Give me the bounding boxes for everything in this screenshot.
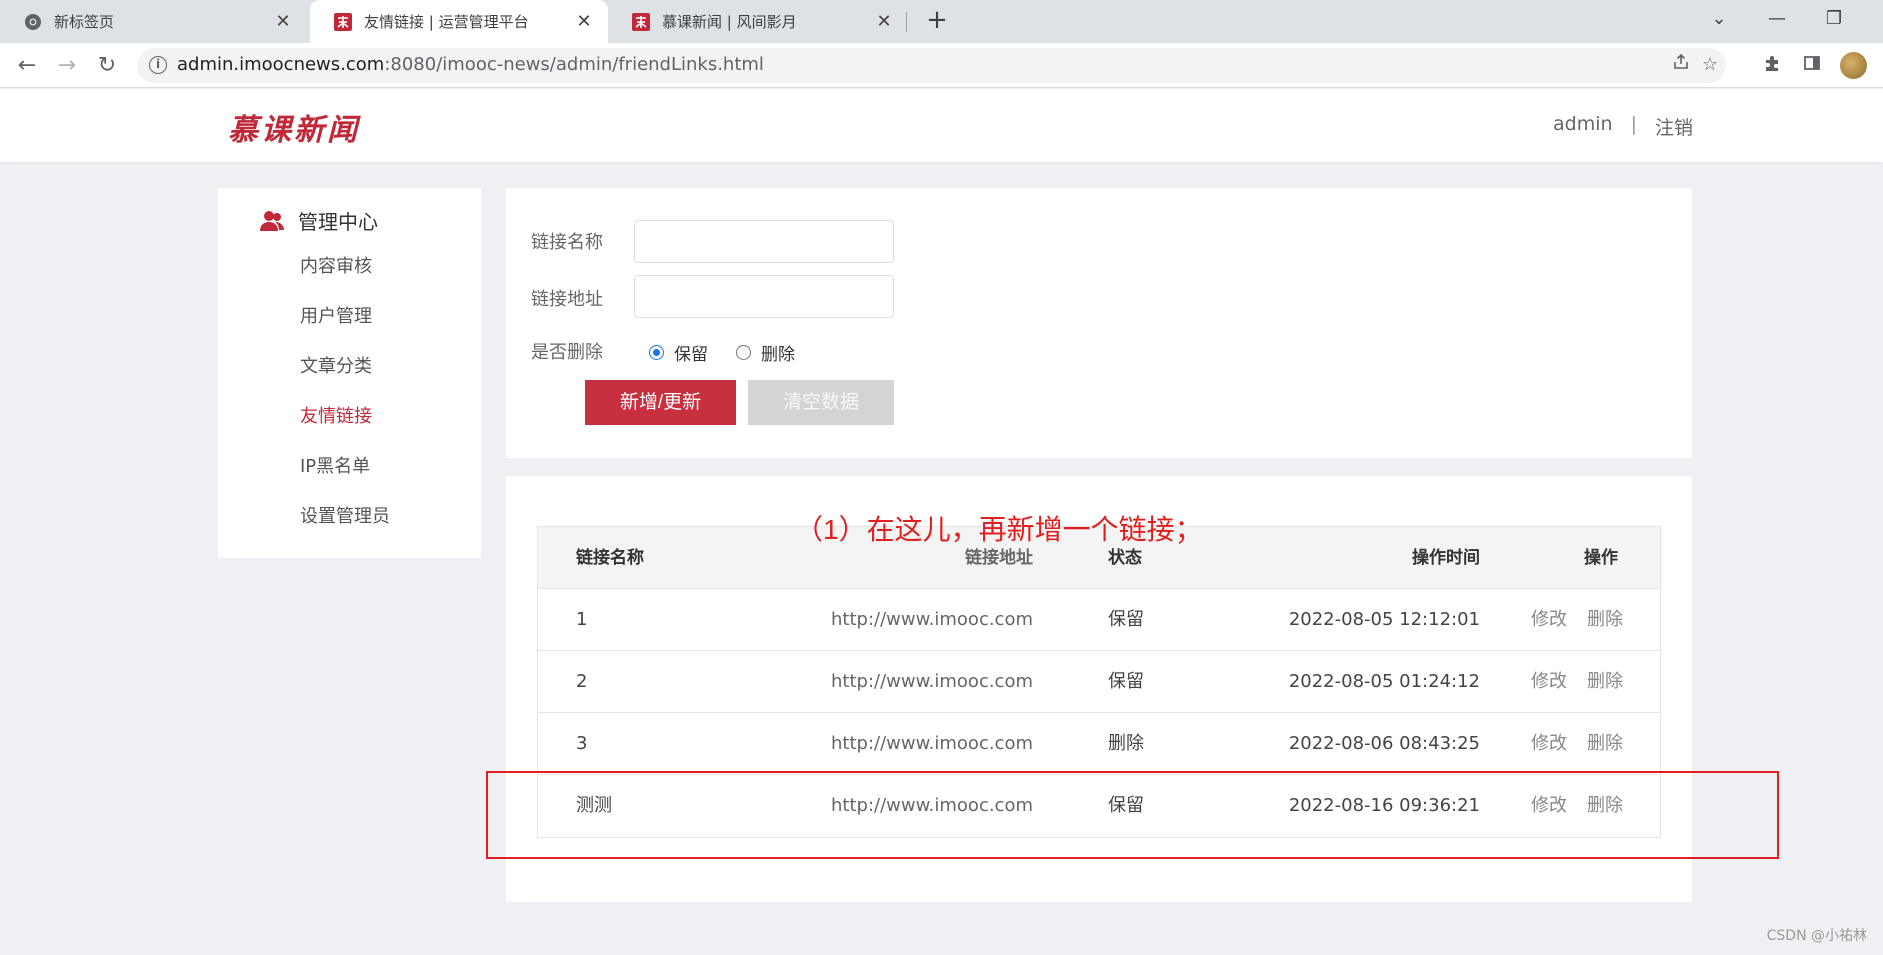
url-text[interactable]: admin.imoocnews.com:8080/imooc-news/admi… [177,54,764,75]
share-icon[interactable] [1669,53,1693,77]
cell-url: http://www.imooc.com [831,733,1033,754]
close-tab-icon[interactable]: ✕ [271,11,295,32]
sidebar-item-ip-blacklist[interactable]: IP黑名单 [300,452,370,478]
radio-delete[interactable]: 删除 [736,340,795,365]
imooc-favicon-icon [632,12,650,31]
link-form-panel: 链接名称 链接地址 是否删除 保留 删除 新增/更新 清空数据 [506,188,1692,458]
cell-url: http://www.imooc.com [831,671,1033,692]
username-link[interactable]: admin [1553,113,1613,140]
imooc-favicon-icon [334,12,352,31]
edit-link[interactable]: 修改 [1531,651,1567,713]
header-link-name: 链接名称 [576,548,644,568]
radio-delete-label: 删除 [761,345,795,365]
edit-link[interactable]: 修改 [1531,713,1567,775]
cell-time: 2022-08-05 01:24:12 [1288,671,1480,692]
is-deleted-label: 是否删除 [531,342,603,363]
radio-keep[interactable]: 保留 [649,340,708,365]
url-host: admin.imoocnews.com [177,54,385,75]
cell-name: 3 [576,733,588,754]
edit-link[interactable]: 修改 [1531,589,1567,651]
watermark: CSDN @小祐林 [1766,928,1867,944]
link-url-input[interactable] [634,275,894,318]
sidebar-title-text: 管理中心 [298,210,378,234]
sidebar: 管理中心 内容审核 用户管理 文章分类 友情链接 IP黑名单 设置管理员 [218,188,481,558]
link-name-label: 链接名称 [531,232,603,253]
delete-link[interactable]: 删除 [1587,589,1623,651]
bookmark-star-icon[interactable]: ☆ [1698,53,1722,77]
tab-search-dropdown-icon[interactable]: ⌄ [1704,8,1734,34]
cell-status: 保留 [1108,609,1144,630]
browser-tab-bar: 新标签页 ✕ 友情链接 | 运营管理平台 ✕ 慕课新闻 | 风间影月 ✕ + ⌄… [0,0,1883,43]
header-time: 操作时间 [1412,548,1480,568]
url-path: :8080/imooc-news/admin/friendLinks.html [384,54,764,75]
delete-link[interactable]: 删除 [1587,713,1623,775]
user-separator: | [1630,113,1637,135]
logout-link[interactable]: 注销 [1655,113,1693,140]
sidebar-item-friend-links[interactable]: 友情链接 [300,402,372,428]
sidebar-item-content-review[interactable]: 内容审核 [300,252,372,278]
radio-keep-dot[interactable] [649,345,664,360]
forward-icon[interactable]: → [52,51,82,81]
restore-button[interactable]: ❐ [1819,8,1849,34]
radio-keep-label: 保留 [674,345,708,365]
profile-avatar[interactable] [1840,52,1867,79]
add-update-button[interactable]: 新增/更新 [585,380,736,425]
chrome-icon [24,13,42,31]
back-icon[interactable]: ← [12,51,42,81]
tab-title: 慕课新闻 | 风间影月 [662,13,797,31]
cell-name: 1 [576,609,588,630]
users-icon [260,210,284,232]
reload-icon[interactable]: ↻ [92,51,122,81]
cell-time: 2022-08-06 08:43:25 [1288,733,1480,754]
extensions-icon[interactable] [1760,54,1784,78]
sidebar-title: 管理中心 [260,206,378,235]
site-header: 慕课新闻 admin | 注销 [0,89,1883,162]
cell-url: http://www.imooc.com [831,609,1033,630]
annotation-text: （1）在这儿，再新增一个链接； [795,514,1203,545]
table-row: 3 http://www.imooc.com 删除 2022-08-06 08:… [538,713,1660,775]
tab-imooc-news[interactable]: 慕课新闻 | 风间影月 ✕ [608,0,908,43]
table-row: 1 http://www.imooc.com 保留 2022-08-05 12:… [538,589,1660,651]
minimize-button[interactable]: — [1762,8,1792,34]
cell-time: 2022-08-05 12:12:01 [1288,609,1480,630]
delete-link[interactable]: 删除 [1587,651,1623,713]
table-row: 2 http://www.imooc.com 保留 2022-08-05 01:… [538,651,1660,713]
cell-status: 删除 [1108,733,1144,754]
new-tab-button[interactable]: + [922,6,952,36]
user-area: admin | 注销 [1553,113,1693,140]
side-panel-icon[interactable] [1800,54,1824,78]
site-info-icon[interactable]: i [149,56,167,74]
tab-new-tab[interactable]: 新标签页 ✕ [0,0,307,43]
link-url-label: 链接地址 [531,289,603,310]
header-ops: 操作 [1584,548,1618,568]
cell-status: 保留 [1108,671,1144,692]
tab-title: 友情链接 | 运营管理平台 [364,13,529,31]
sidebar-item-user-management[interactable]: 用户管理 [300,302,372,328]
close-tab-icon[interactable]: ✕ [872,11,896,32]
close-tab-icon[interactable]: ✕ [572,11,596,32]
tab-friend-links[interactable]: 友情链接 | 运营管理平台 ✕ [310,0,608,43]
browser-toolbar: ← → ↻ i admin.imoocnews.com:8080/imooc-n… [0,43,1883,88]
tab-title: 新标签页 [54,13,115,31]
link-name-input[interactable] [634,220,894,263]
annotation-highlight-box [486,771,1779,859]
radio-delete-dot[interactable] [736,345,751,360]
cell-name: 2 [576,671,588,692]
clear-data-button[interactable]: 清空数据 [748,380,894,425]
tab-separator [906,12,907,32]
sidebar-item-admin-settings[interactable]: 设置管理员 [300,502,390,528]
sidebar-item-article-category[interactable]: 文章分类 [300,352,372,378]
address-bar[interactable]: i admin.imoocnews.com:8080/imooc-news/ad… [137,48,1726,83]
site-logo[interactable]: 慕课新闻 [228,105,360,149]
